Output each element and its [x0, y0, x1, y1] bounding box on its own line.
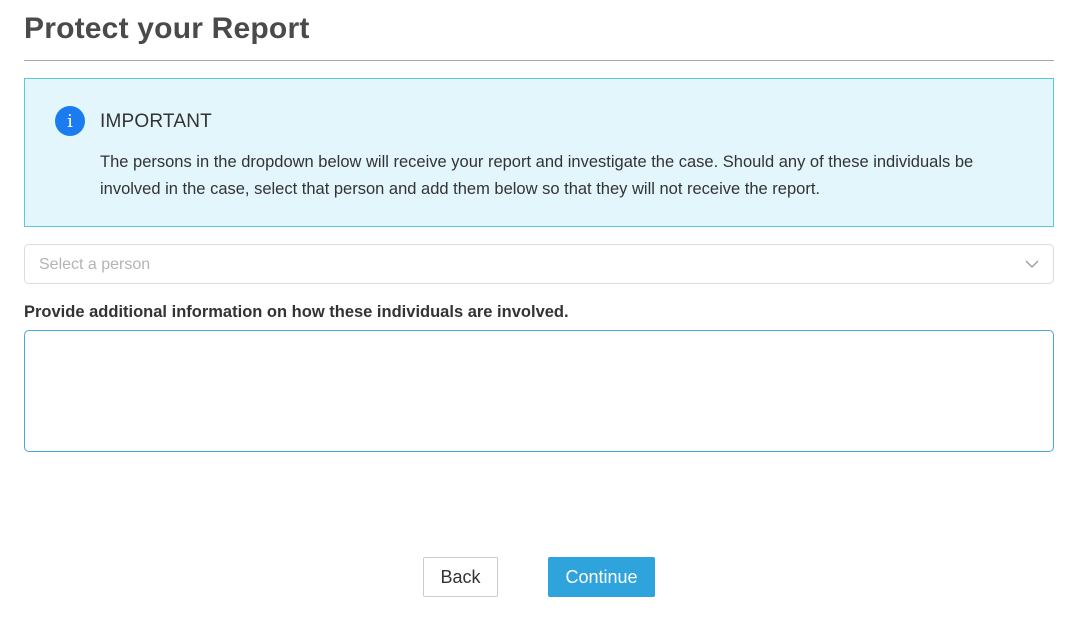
- continue-button[interactable]: Continue: [548, 557, 655, 597]
- additional-info-label: Provide additional information on how th…: [24, 303, 569, 321]
- additional-info-textarea[interactable]: [24, 330, 1054, 452]
- back-button[interactable]: Back: [423, 557, 498, 597]
- page-title: Protect your Report: [24, 12, 310, 45]
- important-alert: i IMPORTANT The persons in the dropdown …: [24, 78, 1054, 227]
- person-select-placeholder: Select a person: [39, 256, 151, 273]
- title-divider: [24, 60, 1054, 61]
- person-select[interactable]: Select a person: [24, 244, 1054, 284]
- alert-message: The persons in the dropdown below will r…: [100, 153, 974, 198]
- chevron-down-icon: [1025, 260, 1039, 268]
- info-icon: i: [55, 106, 85, 136]
- alert-heading: IMPORTANT: [100, 111, 212, 132]
